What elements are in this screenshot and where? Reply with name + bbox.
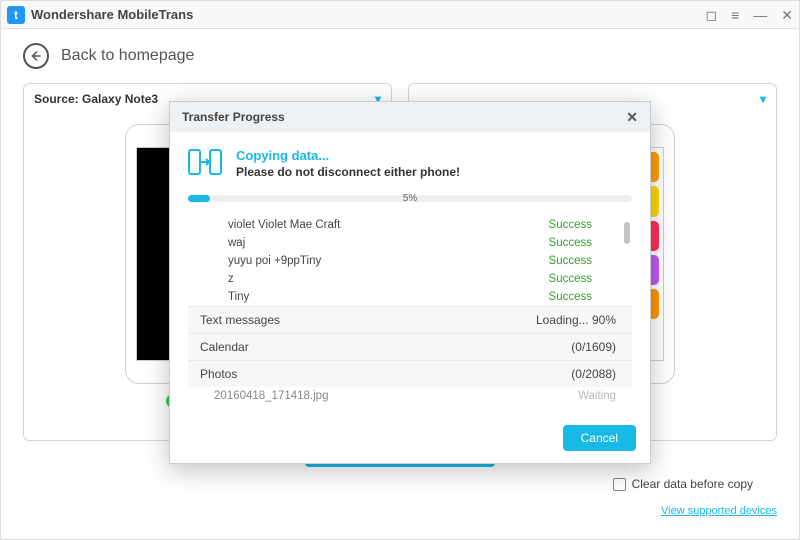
item-row: wajSuccess: [188, 234, 632, 252]
category-row: Text messagesLoading... 90%: [188, 306, 632, 333]
chevron-down-icon[interactable]: ▾: [760, 92, 766, 106]
transfer-progress-dialog: Transfer Progress ✕ Copying data... Plea…: [169, 101, 651, 464]
minimize-icon[interactable]: —: [753, 8, 767, 22]
menu-icon[interactable]: ≡: [731, 8, 739, 22]
app-title: Wondershare MobileTrans: [31, 7, 193, 22]
transfer-log-list: violet Violet Mae CraftSuccesswajSuccess…: [188, 216, 632, 405]
back-button[interactable]: [23, 43, 49, 69]
feedback-icon[interactable]: ◻: [705, 8, 717, 22]
app-logo-icon: t: [7, 6, 25, 24]
dialog-heading: Copying data...: [236, 148, 460, 163]
item-row: yuyu poi +9ppTinySuccess: [188, 252, 632, 270]
dialog-subheading: Please do not disconnect either phone!: [236, 165, 460, 179]
supported-devices-link[interactable]: View supported devices: [661, 505, 777, 517]
clear-data-checkbox[interactable]: Clear data before copy: [613, 477, 753, 491]
source-label: Source:: [34, 92, 79, 106]
transfer-icon: [188, 148, 222, 181]
scrollbar[interactable]: [624, 216, 630, 272]
category-row: Calendar(0/1609): [188, 333, 632, 360]
back-label: Back to homepage: [61, 47, 194, 65]
title-bar: t Wondershare MobileTrans ◻ ≡ — ✕: [1, 1, 799, 29]
close-icon[interactable]: ✕: [781, 8, 793, 22]
checkbox-icon: [613, 478, 626, 491]
category-row: Photos(0/2088): [188, 360, 632, 387]
cancel-button[interactable]: Cancel: [563, 425, 636, 451]
item-row: TinySuccess: [188, 288, 632, 306]
source-device: Galaxy Note3: [82, 92, 158, 106]
sub-item-row: 20160418_171418.jpgWaiting: [188, 387, 632, 405]
progress-percent: 5%: [188, 193, 632, 204]
progress-bar: 5%: [188, 195, 632, 202]
dialog-title: Transfer Progress: [182, 110, 285, 124]
dialog-close-button[interactable]: ✕: [626, 109, 638, 126]
item-row: violet Violet Mae CraftSuccess: [188, 216, 632, 234]
item-row: zSuccess: [188, 270, 632, 288]
arrow-left-icon: [29, 49, 43, 63]
